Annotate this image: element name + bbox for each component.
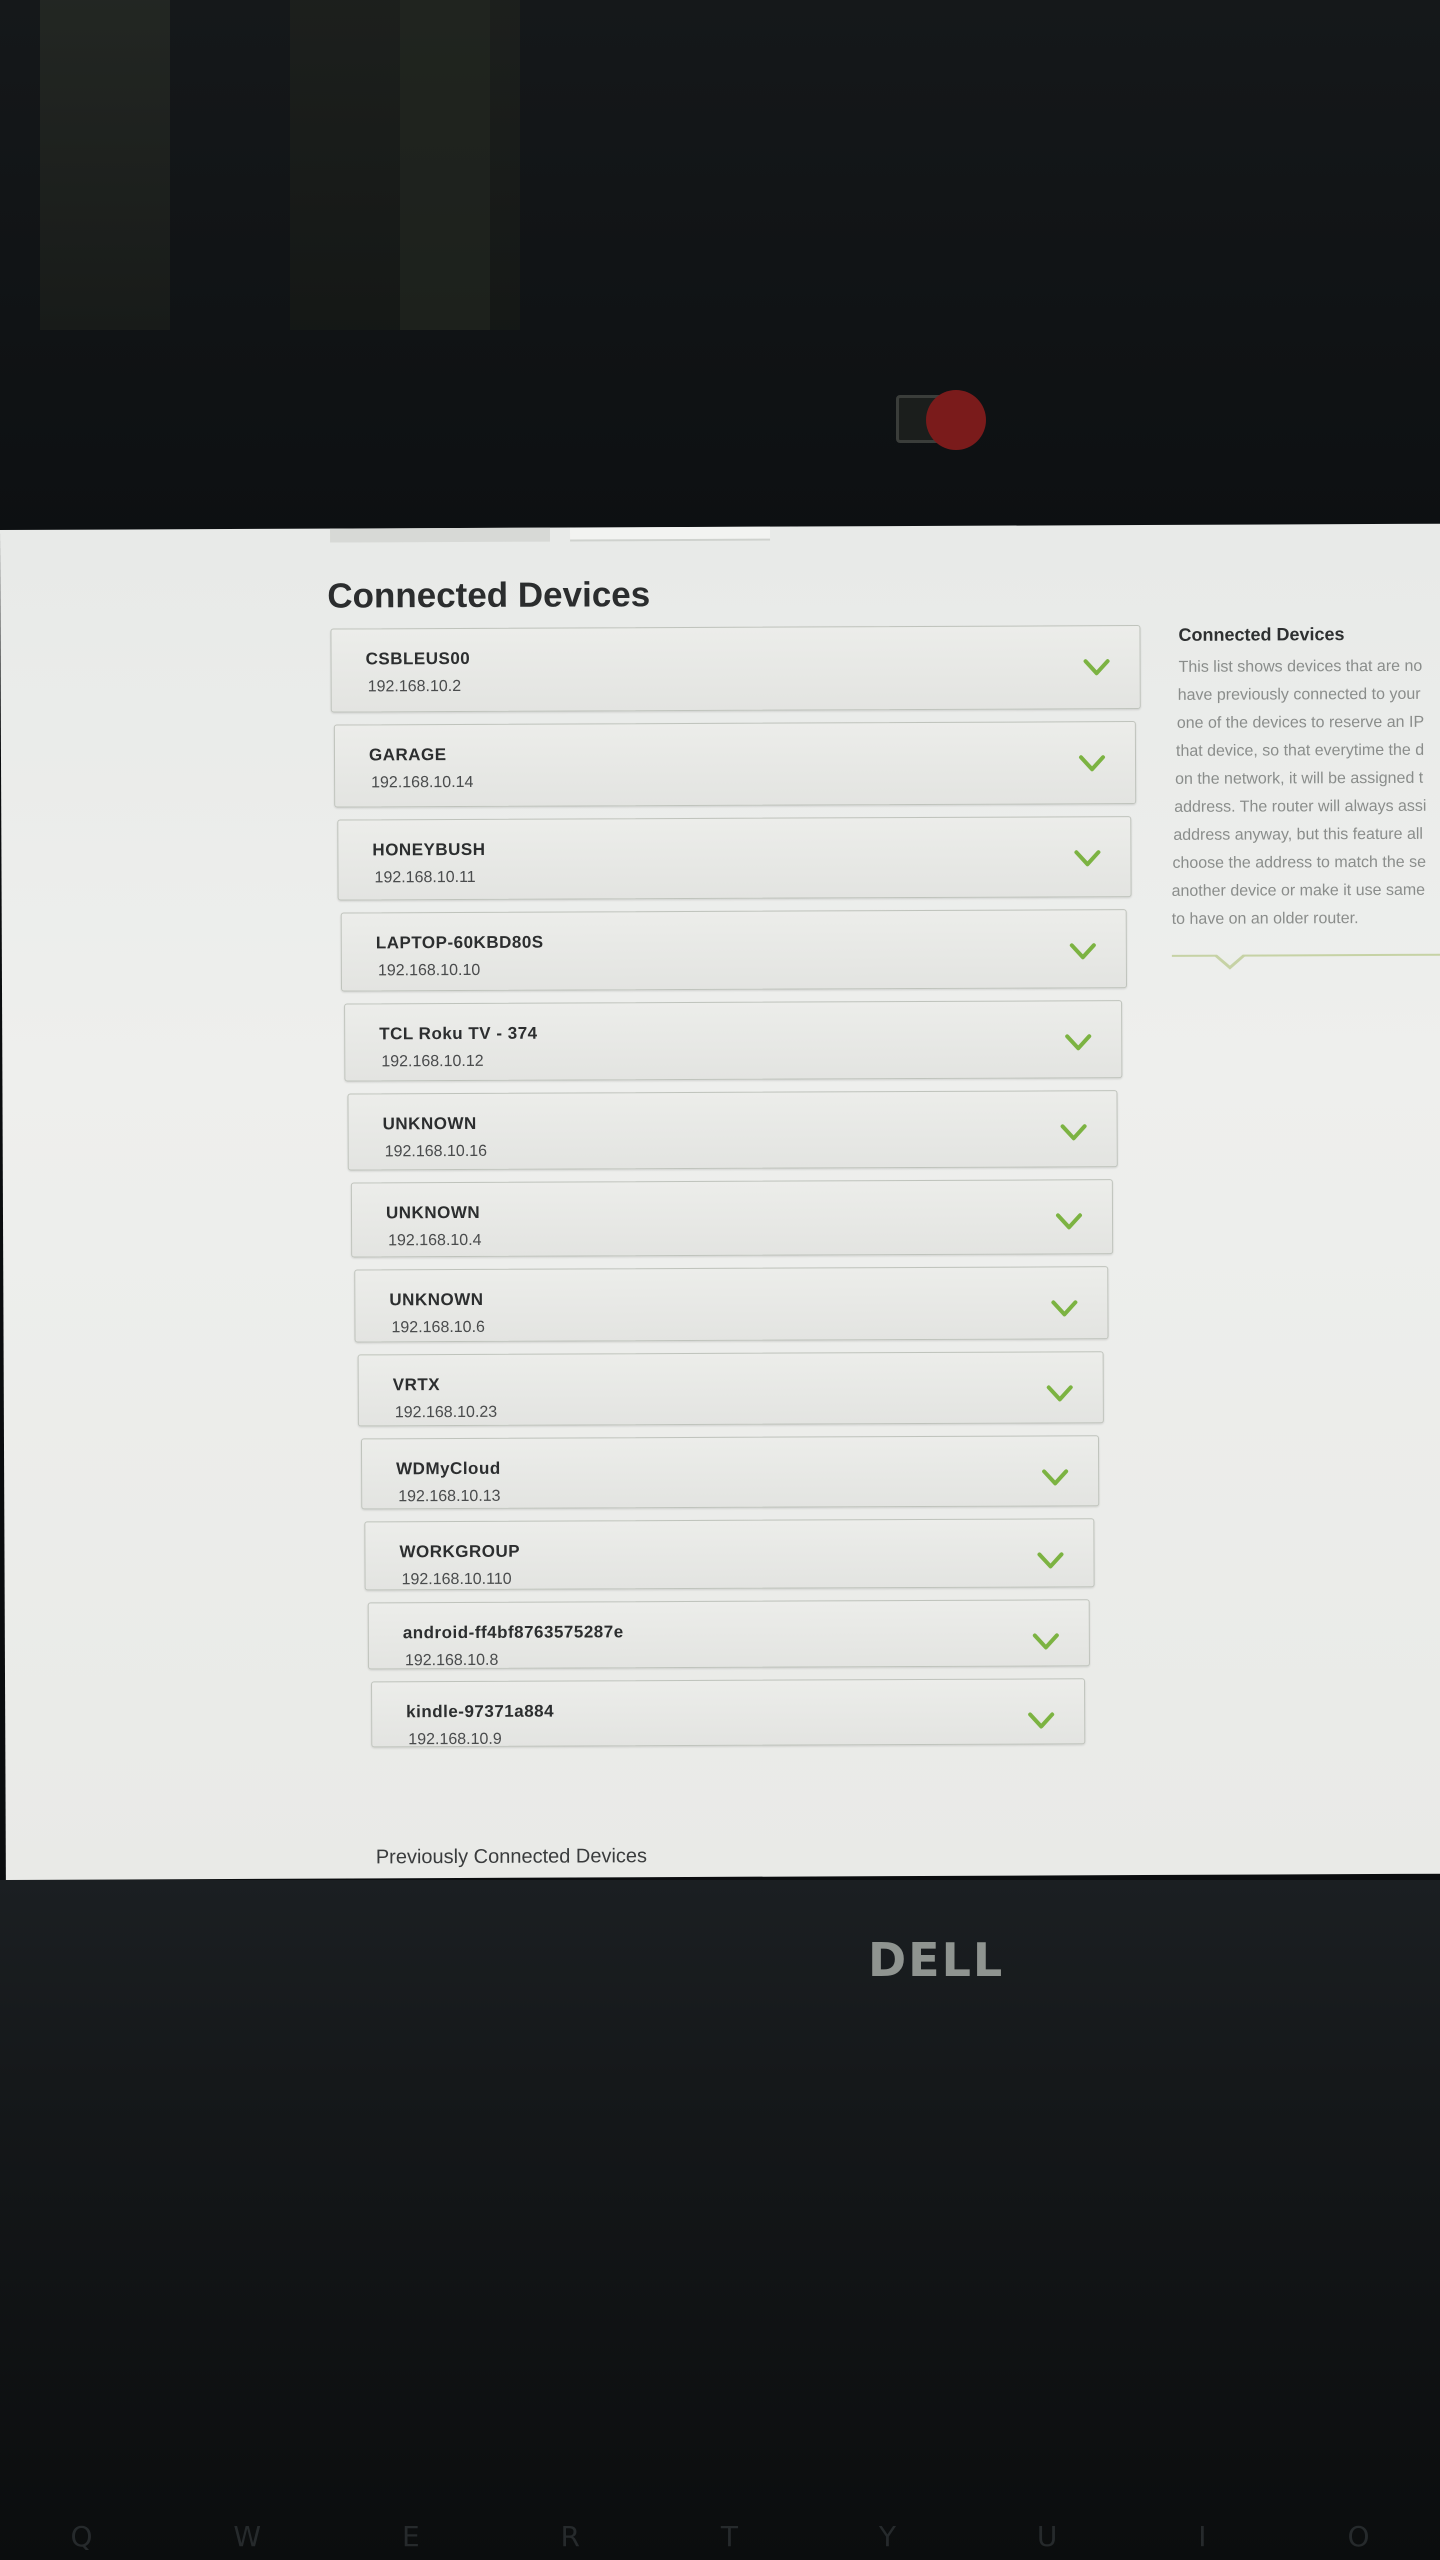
device-ip: 192.168.10.13 [398,1487,501,1506]
help-panel: Connected Devices This list shows device… [1170,624,1440,970]
device-item[interactable]: VRTX 192.168.10.23 [357,1351,1104,1427]
keyboard-key: W [233,2520,262,2553]
chevron-down-icon[interactable] [1026,1705,1056,1735]
help-line: address anyway, but this feature all [1173,825,1424,844]
device-ip: 192.168.10.8 [404,1651,499,1669]
keyboard-key: O [1347,2520,1370,2553]
chevron-down-icon[interactable] [1063,1027,1093,1057]
help-divider [1171,953,1440,957]
device-item[interactable]: TCL Roku TV - 374 192.168.10.12 [344,1000,1123,1082]
chevron-down-icon[interactable] [1068,936,1098,966]
device-item[interactable]: android-ff4bf8763575287e 192.168.10.8 [367,1598,1090,1670]
chevron-down-icon[interactable] [1077,748,1107,778]
help-line: choose the address to match the se [1172,853,1426,872]
device-item[interactable]: HONEYBUSH 192.168.10.11 [337,815,1132,901]
device-name: kindle-97371a884 [406,1701,555,1722]
webcam-led [926,390,986,450]
keyboard-key: R [560,2520,581,2553]
keyboard-key: T [720,2520,739,2553]
device-name: WORKGROUP [399,1541,521,1561]
help-line: address. The router will always assi [1174,797,1427,816]
device-ip: 192.168.10.2 [367,677,462,696]
device-name: UNKNOWN [389,1289,484,1309]
chevron-down-icon[interactable] [1059,1117,1089,1147]
device-item[interactable]: LAPTOP-60KBD80S 192.168.10.10 [340,908,1128,992]
help-line: This list shows devices that are no [1178,657,1423,676]
help-line: that device, so that everytime the d [1175,741,1425,760]
device-name: UNKNOWN [382,1113,477,1134]
webcam-icon [896,390,1016,450]
device-name: TCL Roku TV - 374 [379,1023,538,1044]
tab-strip [329,526,800,543]
dell-logo: DELL [868,1933,1005,1987]
chevron-down-icon[interactable] [1040,1462,1070,1492]
device-ip: 192.168.10.10 [377,961,481,979]
device-ip: 192.168.10.110 [401,1570,512,1588]
help-line: another device or make it use same [1171,881,1426,900]
device-ip: 192.168.10.23 [394,1403,498,1422]
tab-partial[interactable] [329,527,551,543]
device-item[interactable]: GARAGE 192.168.10.14 [333,721,1137,808]
device-ip: 192.168.10.14 [371,773,474,792]
device-ip: 192.168.10.11 [374,868,476,886]
laptop-body [0,1880,1440,2560]
chevron-down-icon[interactable] [1082,652,1112,682]
monitor-screen: Connected Devices CSBLEUS00 192.168.10.2 G… [0,523,1440,1880]
keyboard-key: E [401,2520,420,2553]
background-top [0,0,1440,540]
help-line: one of the devices to reserve an IP [1176,713,1425,732]
background-object [40,0,170,330]
previous-devices-heading: Previously Connected Devices [375,1845,648,1869]
device-list: CSBLEUS00 192.168.10.2 GARAGE 192.168.10.14… [330,625,1145,1760]
chevron-down-icon[interactable] [1045,1378,1075,1408]
device-ip: 192.168.10.4 [388,1231,482,1249]
help-collapse-arrow[interactable] [1213,955,1246,970]
help-title: Connected Devices [1178,624,1345,645]
device-ip: 192.168.10.6 [391,1318,485,1336]
background-object [400,0,490,330]
device-item[interactable]: UNKNOWN 192.168.10.6 [354,1265,1109,1343]
device-name: HONEYBUSH [372,839,486,859]
device-name: android-ff4bf8763575287e [402,1621,624,1642]
chevron-down-icon[interactable] [1072,843,1102,873]
keyboard-row: QWERTYUIO [0,2520,1440,2560]
keyboard-key: U [1036,2520,1058,2553]
device-item[interactable]: UNKNOWN 192.168.10.4 [350,1178,1114,1257]
chevron-down-icon[interactable] [1031,1626,1061,1656]
device-item[interactable]: UNKNOWN 192.168.10.16 [347,1090,1118,1170]
device-item[interactable]: WDMyCloud 192.168.10.13 [360,1435,1100,1509]
device-name: CSBLEUS00 [365,648,471,669]
help-line: to have on an older router. [1171,910,1359,928]
keyboard-key: Y [878,2520,897,2553]
chevron-down-icon[interactable] [1049,1293,1079,1323]
help-text: This list shows devices that are no have … [1171,653,1440,934]
device-item[interactable]: kindle-97371a884 192.168.10.9 [371,1678,1086,1749]
device-ip: 192.168.10.16 [384,1142,488,1161]
device-name: UNKNOWN [385,1202,481,1222]
device-item[interactable]: CSBLEUS00 192.168.10.2 [330,625,1141,713]
help-line: have previously connected to your [1177,685,1421,704]
device-ip: 192.168.10.9 [408,1730,502,1749]
device-name: LAPTOP-60KBD80S [375,932,544,952]
chevron-down-icon[interactable] [1035,1545,1065,1575]
keyboard-key: I [1198,2520,1207,2553]
chevron-down-icon[interactable] [1054,1206,1084,1236]
keyboard-key: Q [70,2520,93,2553]
device-name: GARAGE [368,745,447,765]
device-item[interactable]: WORKGROUP 192.168.10.110 [364,1517,1095,1590]
device-name: VRTX [392,1375,441,1395]
help-line: on the network, it will be assigned t [1175,769,1424,788]
tab-connected-devices[interactable] [569,526,771,542]
page-title: Connected Devices [327,575,651,616]
device-name: WDMyCloud [396,1458,501,1479]
device-ip: 192.168.10.12 [381,1052,484,1071]
